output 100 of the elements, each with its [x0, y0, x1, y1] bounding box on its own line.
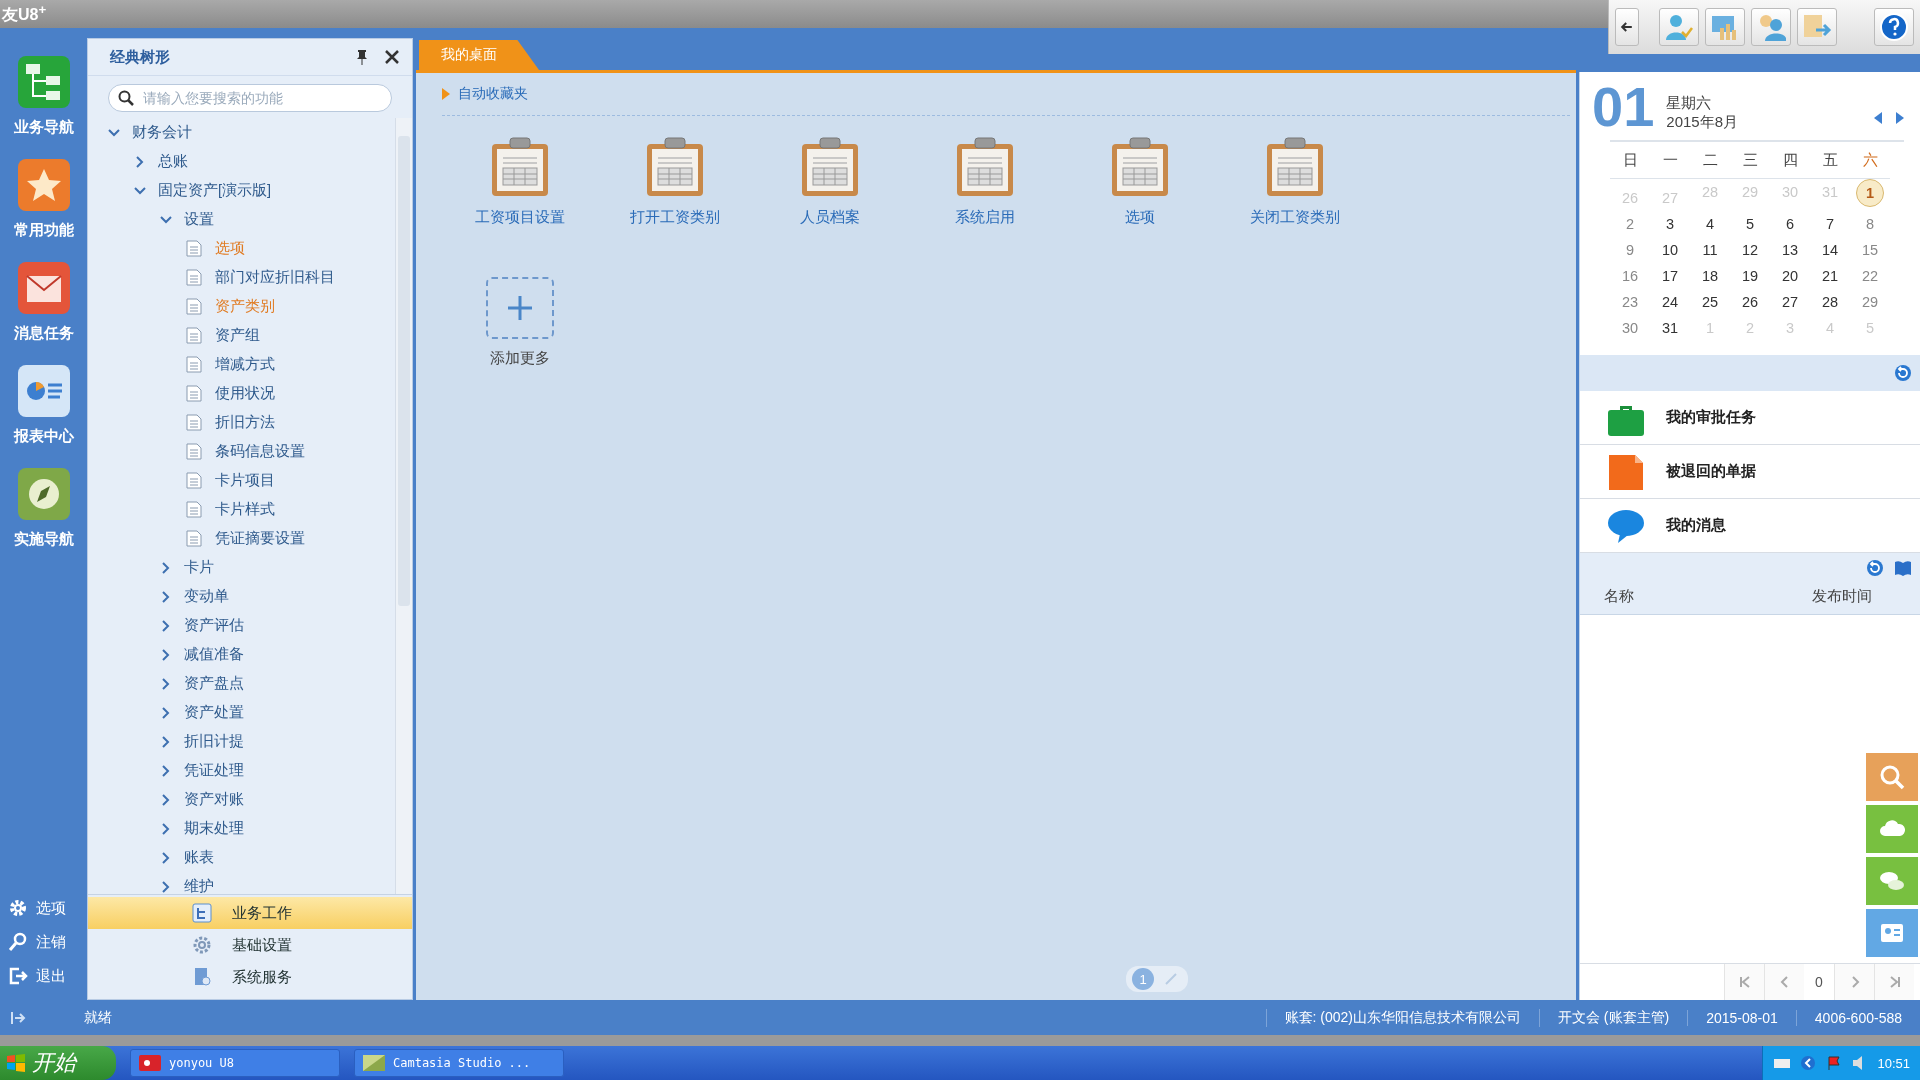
- calendar-date[interactable]: 22: [1857, 263, 1883, 289]
- tree-item[interactable]: 总账: [158, 152, 188, 171]
- chevron-right-icon[interactable]: [160, 851, 172, 864]
- scrollbar[interactable]: [395, 118, 412, 894]
- calendar-date[interactable]: 4: [1697, 211, 1723, 237]
- tree-item[interactable]: 使用状况: [215, 384, 275, 403]
- shortcut[interactable]: 选项: [1062, 136, 1217, 227]
- calendar-date[interactable]: 6: [1777, 211, 1803, 237]
- chevron-right-icon[interactable]: [160, 648, 172, 661]
- export-button[interactable]: [1797, 8, 1837, 46]
- chevron-right-icon[interactable]: [160, 706, 172, 719]
- tree-item[interactable]: 期末处理: [184, 819, 244, 838]
- calendar-date[interactable]: 9: [1617, 237, 1643, 263]
- calendar-date[interactable]: 26: [1737, 289, 1763, 315]
- calendar-date[interactable]: 7: [1817, 211, 1843, 237]
- help-button[interactable]: [1874, 8, 1914, 46]
- calendar-date[interactable]: 8: [1857, 211, 1883, 237]
- calendar-date[interactable]: 14: [1817, 237, 1843, 263]
- user-approve-button[interactable]: [1659, 8, 1699, 46]
- calendar-date[interactable]: 10: [1657, 237, 1683, 263]
- next-month-icon[interactable]: [1896, 112, 1904, 124]
- tree-item[interactable]: 资产对账: [184, 790, 244, 809]
- chevron-down-icon[interactable]: [160, 213, 172, 226]
- tree-item[interactable]: 资产组: [215, 326, 260, 345]
- tree-item[interactable]: 凭证摘要设置: [215, 529, 305, 548]
- chevron-right-icon[interactable]: [160, 880, 172, 893]
- book-icon[interactable]: [1894, 559, 1912, 577]
- chevron-right-icon[interactable]: [160, 764, 172, 777]
- task-item[interactable]: 被退回的单据: [1580, 445, 1920, 499]
- taskbar-button[interactable]: Camtasia Studio ...: [354, 1049, 564, 1077]
- module-tab[interactable]: 业务工作: [88, 897, 412, 929]
- chevron-right-icon[interactable]: [160, 822, 172, 835]
- calendar-date[interactable]: 11: [1697, 237, 1723, 263]
- back-button[interactable]: [1615, 8, 1639, 46]
- tree-item[interactable]: 资产评估: [184, 616, 244, 635]
- nav-rail-button[interactable]: 业务导航: [13, 54, 74, 137]
- module-tab[interactable]: 基础设置: [88, 929, 412, 961]
- tree-item[interactable]: 维护: [184, 877, 214, 894]
- calendar-date[interactable]: 3: [1657, 211, 1683, 237]
- tree-item[interactable]: 减值准备: [184, 645, 244, 664]
- calendar-date[interactable]: 31: [1657, 315, 1683, 341]
- calendar-date[interactable]: 5: [1737, 211, 1763, 237]
- chevron-right-icon[interactable]: [160, 793, 172, 806]
- rail-link[interactable]: 选项: [8, 898, 87, 918]
- search-field[interactable]: 请输入您要搜索的功能: [108, 84, 392, 112]
- calendar-date[interactable]: 16: [1617, 263, 1643, 289]
- tree-item[interactable]: 财务会计: [132, 123, 192, 142]
- tree-item[interactable]: 账表: [184, 848, 214, 867]
- chevron-right-icon[interactable]: [160, 590, 172, 603]
- first-page-button[interactable]: [1724, 964, 1764, 1000]
- chevron-down-icon[interactable]: [108, 126, 120, 139]
- chevron-right-icon[interactable]: [134, 155, 146, 168]
- tree-item[interactable]: 卡片样式: [215, 500, 275, 519]
- users-button[interactable]: [1751, 8, 1791, 46]
- tree-item[interactable]: 资产处置: [184, 703, 244, 722]
- collapse-icon[interactable]: [10, 1009, 26, 1026]
- tree-item[interactable]: 设置: [184, 210, 214, 229]
- nav-rail-button[interactable]: 实施导航: [13, 466, 74, 549]
- start-button[interactable]: 开始: [0, 1046, 116, 1080]
- rail-link[interactable]: 注销: [8, 932, 87, 952]
- calendar-date[interactable]: 28: [1817, 289, 1843, 315]
- chevron-right-icon[interactable]: [160, 677, 172, 690]
- last-page-button[interactable]: [1874, 964, 1914, 1000]
- shortcut[interactable]: 打开工资类别: [597, 136, 752, 227]
- calendar-date[interactable]: 15: [1857, 237, 1883, 263]
- close-icon[interactable]: [384, 49, 400, 65]
- chevron-down-icon[interactable]: [134, 184, 146, 197]
- shortcut[interactable]: 系统启用: [907, 136, 1062, 227]
- tree-item[interactable]: 凭证处理: [184, 761, 244, 780]
- tree-item[interactable]: 折旧方法: [215, 413, 275, 432]
- tree-item[interactable]: 增减方式: [215, 355, 275, 374]
- calendar-date[interactable]: 25: [1697, 289, 1723, 315]
- calendar-date[interactable]: 21: [1817, 263, 1843, 289]
- tree-item[interactable]: 卡片: [184, 558, 214, 577]
- calendar-date[interactable]: 23: [1617, 289, 1643, 315]
- shortcut[interactable]: 人员档案: [752, 136, 907, 227]
- rail-link[interactable]: 退出: [8, 966, 87, 986]
- calendar-date[interactable]: 13: [1777, 237, 1803, 263]
- calendar-date[interactable]: 27: [1777, 289, 1803, 315]
- tree-item[interactable]: 部门对应折旧科目: [215, 268, 335, 287]
- calendar-date[interactable]: 18: [1697, 263, 1723, 289]
- calendar-date[interactable]: 1: [1856, 179, 1884, 207]
- nav-rail-button[interactable]: 常用功能: [13, 157, 74, 240]
- refresh-icon[interactable]: [1866, 559, 1884, 577]
- taskbar-button[interactable]: yonyou U8: [130, 1049, 340, 1077]
- module-tab[interactable]: 系统服务: [88, 961, 412, 993]
- refresh-icon[interactable]: [1894, 364, 1912, 382]
- chevron-right-icon[interactable]: [160, 561, 172, 574]
- shortcut[interactable]: 工资项目设置: [442, 136, 597, 227]
- tree-item[interactable]: 变动单: [184, 587, 229, 606]
- calendar-date[interactable]: 2: [1617, 211, 1643, 237]
- calendar-date[interactable]: 20: [1777, 263, 1803, 289]
- chat-button[interactable]: [1866, 857, 1918, 905]
- chevron-right-icon[interactable]: [160, 619, 172, 632]
- task-item[interactable]: 我的审批任务: [1580, 391, 1920, 445]
- chevron-right-icon[interactable]: [160, 735, 172, 748]
- calendar-date[interactable]: 19: [1737, 263, 1763, 289]
- shortcut[interactable]: 关闭工资类别: [1217, 136, 1372, 227]
- cloud-button[interactable]: [1866, 805, 1918, 853]
- tree-item[interactable]: 卡片项目: [215, 471, 275, 490]
